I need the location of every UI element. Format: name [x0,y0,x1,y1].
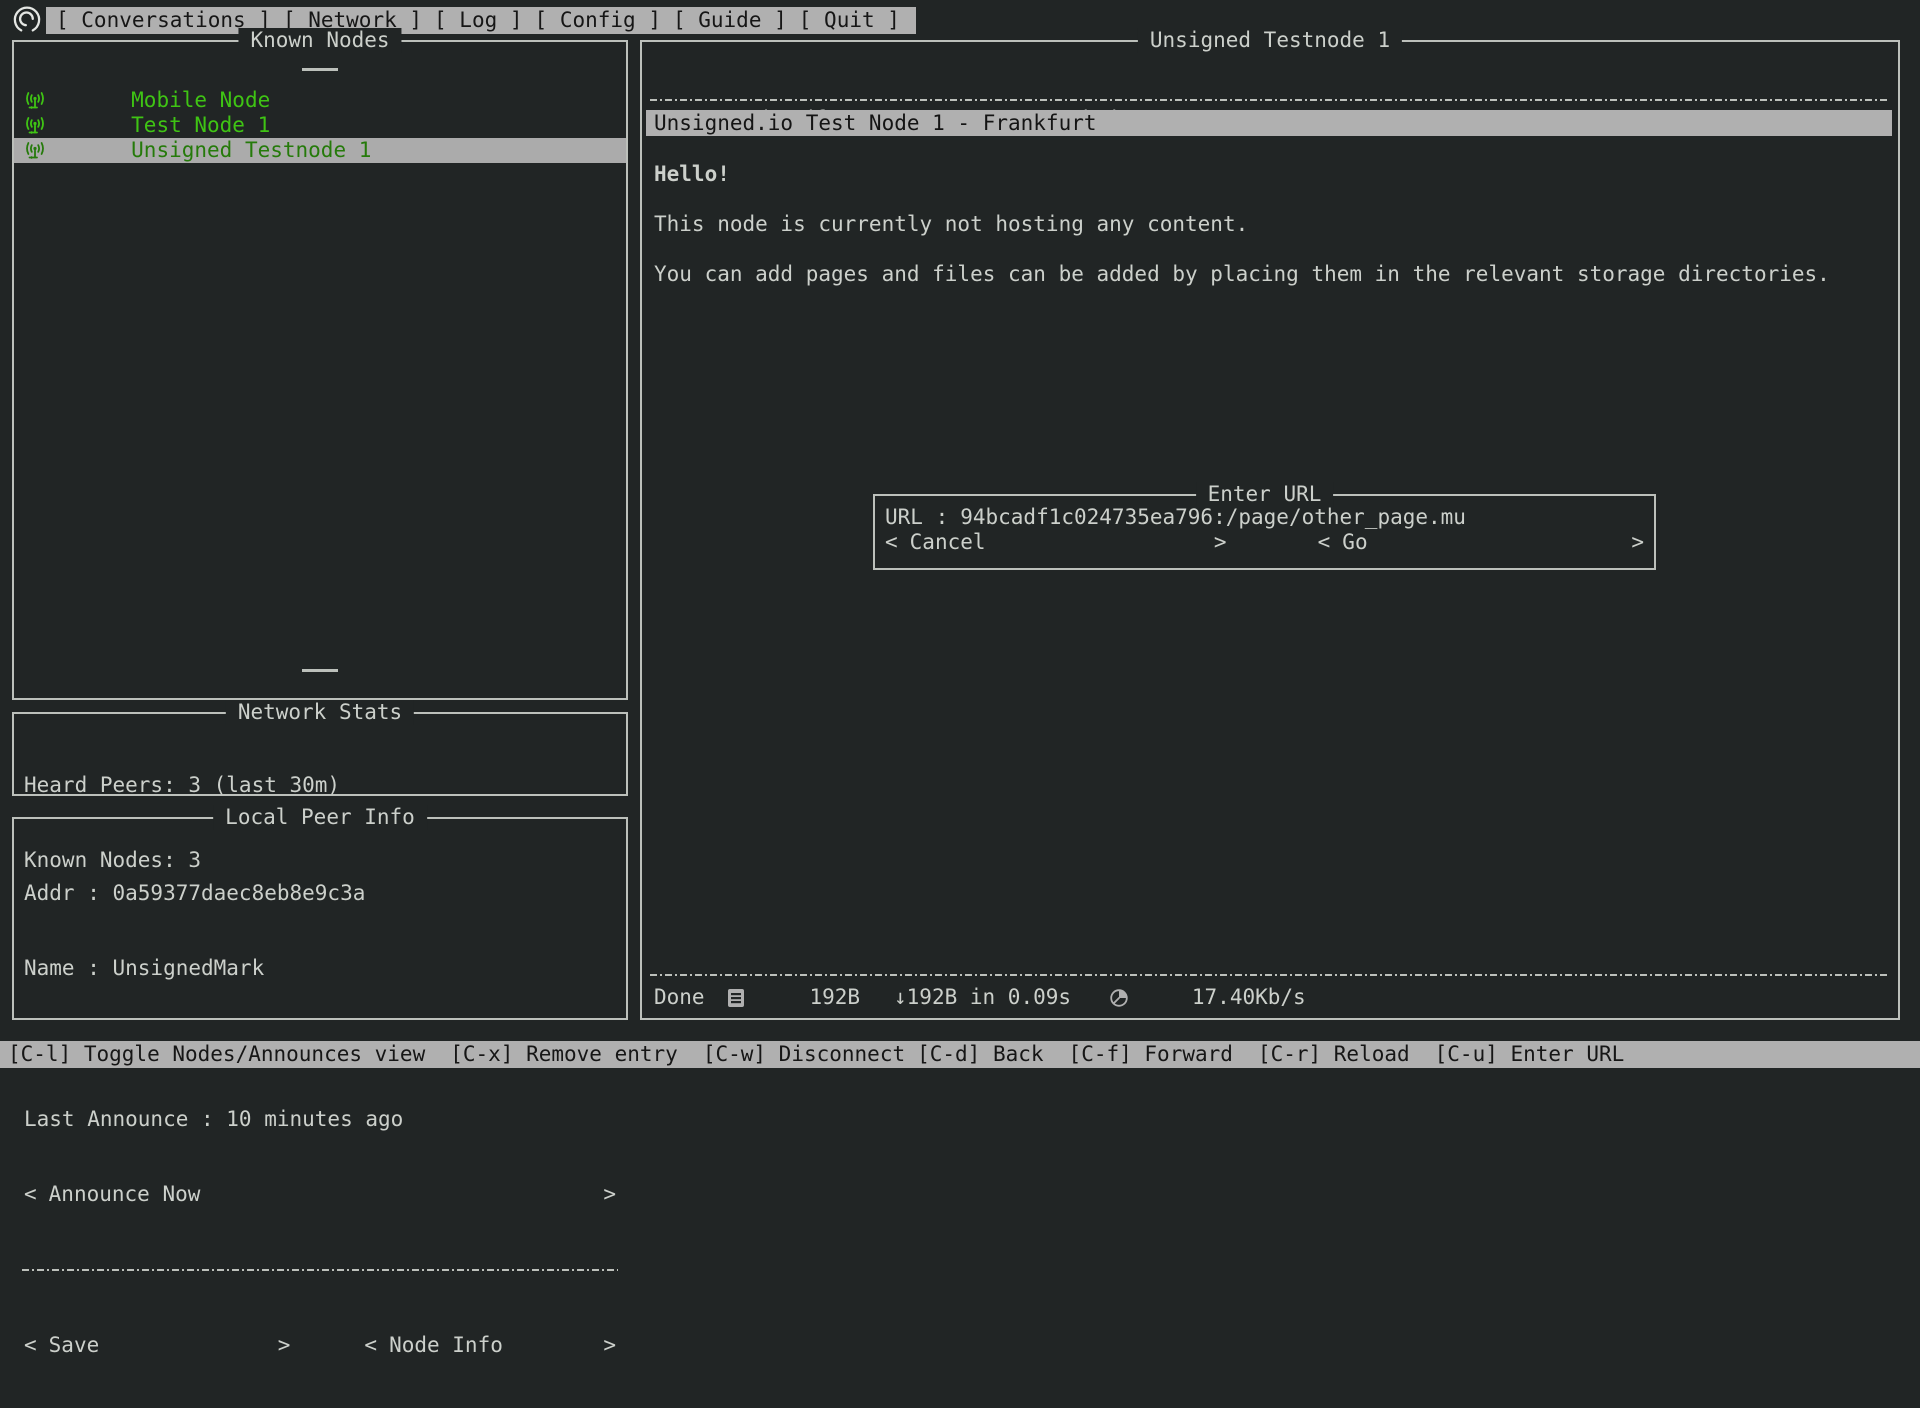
page-text-line: You can add pages and files can be added… [654,262,1830,287]
shortcut-remove-entry: [C-x] Remove entry [450,1042,678,1067]
node-antenna-icon [22,91,123,211]
button-left-cap: < [24,1333,37,1358]
page-heading: Unsigned.io Test Node 1 - Frankfurt [646,110,1892,136]
network-stats-panel: Network Stats Heard Peers: 3 (last 30m) … [12,712,628,796]
button-left-cap: < [364,1333,377,1358]
save-button[interactable]: < Save > [24,1333,290,1358]
heard-peers-stat: Heard Peers: 3 (last 30m) [24,773,616,798]
page-size-icon [727,938,803,1058]
local-peer-info-title: Local Peer Info [213,805,427,830]
node-list-item-unsigned-testnode-1[interactable]: Unsigned Testnode 1 [14,138,626,163]
node-label: Test Node 1 [131,113,270,138]
enter-url-dialog: Enter URL URL : 94bcadf1c024735ea796:/pa… [873,494,1656,570]
button-left-cap: < [24,1182,37,1207]
page-greeting: Hello! [654,162,730,187]
url-input-value: 94bcadf1c024735ea796:/page/other_page.mu [960,505,1466,530]
menu-item-log[interactable]: [ Log ] [434,8,523,33]
local-peer-info-panel: Local Peer Info Addr : 0a59377daec8eb8e9… [12,817,628,1020]
scroll-indicator-top [302,68,338,71]
button-left-cap: < [885,530,898,555]
peer-addr: Addr : 0a59377daec8eb8e9c3a [24,881,616,906]
menu-bar: [ Conversations ] [ Network ] [ Log ] [ … [46,7,916,34]
node-list: Mobile Node Test Node 1 [14,88,626,163]
speed-gauge-icon [1109,938,1185,1058]
known-nodes-panel: Known Nodes Mobile Node [12,40,628,700]
shortcut-disconnect: [C-w] Disconnect [703,1042,905,1067]
node-info-button[interactable]: < Node Info > [364,1333,616,1358]
shortcut-forward: [C-f] Forward [1069,1042,1233,1067]
menu-item-quit[interactable]: [ Quit ] [799,8,900,33]
shortcut-bar: [C-l] Toggle Nodes/Announces view [C-x] … [0,1041,1920,1068]
url-input[interactable]: URL : 94bcadf1c024735ea796:/page/other_p… [885,505,1644,530]
divider [650,974,1890,976]
announce-now-button[interactable]: < Announce Now > [24,1182,616,1207]
peer-name: Name : UnsignedMark [24,956,616,981]
node-label: Unsigned Testnode 1 [131,138,371,163]
button-left-cap: < [1318,530,1331,555]
button-right-cap: > [603,1182,616,1207]
shortcut-toggle-view: [C-l] Toggle Nodes/Announces view [8,1042,425,1067]
shortcut-back: [C-d] Back [917,1042,1043,1067]
menu-item-guide[interactable]: [ Guide ] [673,8,787,33]
divider [22,1269,618,1271]
status-speed: 17.40Kb/s [1192,985,1306,1010]
shortcut-reload: [C-r] Reload [1258,1042,1410,1067]
enter-url-dialog-title: Enter URL [1196,482,1334,507]
go-button[interactable]: < Go > [1318,530,1644,555]
browser-status-bar: Done 192B ↓192B in 0.09s 17.40Kb/s [654,985,1306,1010]
page-text-line: This node is currently not hosting any c… [654,212,1248,237]
button-right-cap: > [1214,530,1227,555]
status-state: Done [654,985,705,1010]
menu-item-config[interactable]: [ Config ] [535,8,661,33]
known-nodes-title: Known Nodes [238,28,401,53]
browser-title: Unsigned Testnode 1 [1138,28,1402,53]
status-size: 192B [809,985,860,1010]
button-right-cap: > [1631,530,1644,555]
button-right-cap: > [278,1333,291,1358]
status-transfer: ↓192B in 0.09s [894,985,1071,1010]
divider [650,99,1890,101]
nomadnet-logo-icon [12,5,42,35]
scroll-indicator-bottom [302,669,338,672]
button-right-cap: > [603,1333,616,1358]
node-label: Mobile Node [131,88,270,113]
cancel-button[interactable]: < Cancel > [885,530,1227,555]
shortcut-enter-url: [C-u] Enter URL [1435,1042,1625,1067]
network-stats-title: Network Stats [226,700,414,725]
last-announce: Last Announce : 10 minutes ago [24,1107,616,1132]
url-input-label: URL : [885,505,948,530]
